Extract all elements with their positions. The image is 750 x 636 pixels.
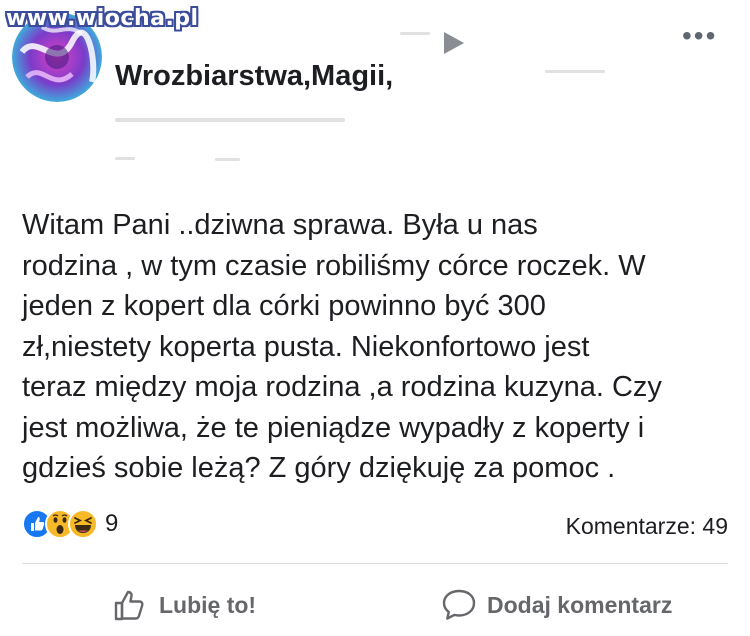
haha-reaction-icon — [68, 509, 98, 539]
redacted-header-fragment — [115, 118, 345, 122]
reaction-count: 9 — [105, 510, 119, 537]
like-button[interactable]: Lubię to! — [113, 588, 256, 622]
comment-bubble-icon — [442, 589, 476, 620]
page-name[interactable]: Wrozbiarstwa,Magii, — [115, 60, 393, 93]
reactions-summary[interactable]: 9 — [22, 509, 118, 539]
divider — [22, 563, 728, 564]
more-options-button[interactable]: ••• — [682, 22, 717, 50]
watermark-text: www.wiocha.pl — [6, 6, 199, 31]
thumbs-up-icon — [114, 590, 144, 621]
like-button-label: Lubię to! — [159, 591, 257, 618]
comment-button[interactable]: Dodaj komentarz — [441, 588, 672, 622]
play-icon — [444, 32, 464, 54]
comment-button-label: Dodaj komentarz — [487, 591, 673, 618]
ellipsis-icon: ••• — [682, 20, 718, 51]
comments-count-link[interactable]: Komentarze: 49 — [566, 513, 728, 540]
redacted-header-fragment — [545, 70, 605, 73]
post-text: Witam Pani ..dziwna sprawa. Była u nas r… — [22, 209, 662, 484]
redacted-header-fragment — [400, 32, 430, 35]
redacted-header-fragment — [215, 158, 240, 161]
redacted-header-fragment — [115, 157, 135, 160]
